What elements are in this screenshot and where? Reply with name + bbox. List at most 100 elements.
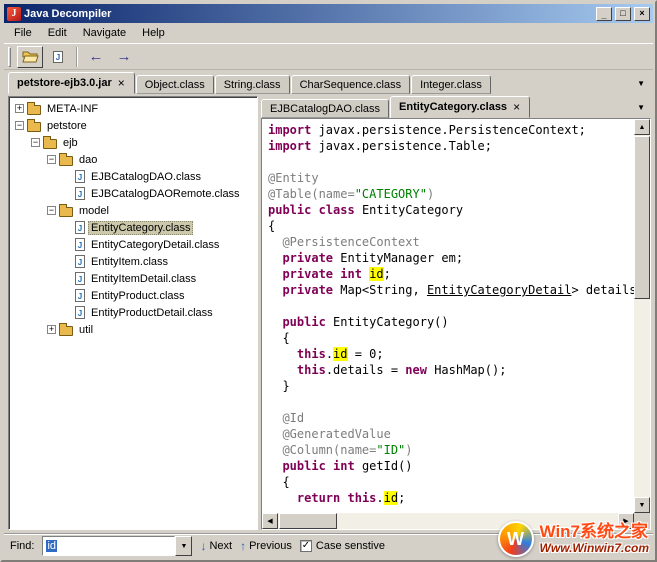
close-button[interactable]: × xyxy=(634,7,650,21)
tab-label: Integer.class xyxy=(420,79,482,91)
tab-String.class[interactable]: String.class xyxy=(215,75,290,94)
case-sensitive-label: Case senstive xyxy=(316,540,385,552)
find-next-button[interactable]: ↓ Next xyxy=(200,539,232,553)
code-line: @Entity xyxy=(268,170,634,186)
tree-item-EntityProduct.class[interactable]: EntityProduct.class xyxy=(9,287,257,304)
code-view[interactable]: import javax.persistence.PersistenceCont… xyxy=(262,119,634,513)
tab-label: String.class xyxy=(224,79,281,91)
class-icon xyxy=(75,306,85,319)
file-tab-overflow-icon[interactable]: ▼ xyxy=(633,79,649,94)
tab-EJBCatalogDAO.class[interactable]: EJBCatalogDAO.class xyxy=(261,99,389,118)
vertical-scrollbar[interactable]: ▲ ▼ xyxy=(634,119,650,513)
case-sensitive-checkbox[interactable]: ✓ Case senstive xyxy=(300,540,385,552)
menu-item-navigate[interactable]: Navigate xyxy=(75,24,134,42)
find-combo: id ▼ xyxy=(42,536,192,556)
collapse-icon[interactable]: − xyxy=(47,155,56,164)
open-type-button[interactable]: J xyxy=(45,46,71,68)
tab-EntityCategory.class[interactable]: EntityCategory.class× xyxy=(390,96,530,118)
watermark-line2: Www.Winwin7.com xyxy=(540,542,649,556)
back-button[interactable]: ← xyxy=(83,46,109,68)
menu-item-file[interactable]: File xyxy=(6,24,40,42)
find-input-selection: id xyxy=(46,540,57,552)
app-window: J Java Decompiler _ □ × FileEditNavigate… xyxy=(0,0,657,562)
collapse-icon[interactable]: − xyxy=(31,138,40,147)
expand-icon[interactable]: + xyxy=(15,104,24,113)
tree-item-label: EJBCatalogDAO.class xyxy=(88,170,204,184)
type-link[interactable]: EntityCategoryDetail xyxy=(427,283,572,297)
tree-item-EJBCatalogDAORemote.class[interactable]: EJBCatalogDAORemote.class xyxy=(9,185,257,202)
vertical-scroll-track[interactable] xyxy=(634,135,650,497)
horizontal-scroll-thumb[interactable] xyxy=(279,513,337,529)
code-line: return this.id; xyxy=(268,490,634,506)
close-tab-icon[interactable]: × xyxy=(512,101,521,113)
tree-item-EntityItem.class[interactable]: EntityItem.class xyxy=(9,253,257,270)
menu-item-edit[interactable]: Edit xyxy=(40,24,75,42)
toolbar-grip[interactable] xyxy=(8,47,11,67)
code-line: { xyxy=(268,474,634,490)
back-icon: ← xyxy=(89,48,104,65)
tree-item-util[interactable]: + util xyxy=(9,321,257,338)
tree-item-ejb[interactable]: −ejb xyxy=(9,134,257,151)
forward-icon: → xyxy=(117,48,132,65)
watermark-text: Win7系统之家 Www.Winwin7.com xyxy=(540,522,649,555)
class-icon xyxy=(75,289,85,302)
scroll-up-icon[interactable]: ▲ xyxy=(634,119,650,135)
tree-item-EJBCatalogDAO.class[interactable]: EJBCatalogDAO.class xyxy=(9,168,257,185)
tree-item-EntityItemDetail.class[interactable]: EntityItemDetail.class xyxy=(9,270,257,287)
class-icon xyxy=(75,170,85,183)
tree-item-label: util xyxy=(76,323,96,337)
class-icon xyxy=(75,255,85,268)
tree-item-EntityCategory.class[interactable]: EntityCategory.class xyxy=(9,219,257,236)
forward-button[interactable]: → xyxy=(111,46,137,68)
tree-item-label: META-INF xyxy=(44,102,101,116)
tree-item-EntityCategoryDetail.class[interactable]: EntityCategoryDetail.class xyxy=(9,236,257,253)
menu-item-help[interactable]: Help xyxy=(134,24,173,42)
watermark-line1: Win7系统之家 xyxy=(540,522,649,542)
code-line: public int getId() xyxy=(268,458,634,474)
tree-item-EntityProductDetail.class[interactable]: EntityProductDetail.class xyxy=(9,304,257,321)
editor-tab-overflow-icon[interactable]: ▼ xyxy=(633,103,649,118)
scroll-down-icon[interactable]: ▼ xyxy=(634,497,650,513)
code-line xyxy=(268,394,634,410)
tab-label: Object.class xyxy=(145,79,205,91)
down-arrow-icon: ↓ xyxy=(200,539,206,553)
open-file-button[interactable] xyxy=(17,46,43,68)
tree-item-model[interactable]: − model xyxy=(9,202,257,219)
code-line: @GeneratedValue xyxy=(268,426,634,442)
collapse-icon[interactable]: − xyxy=(47,206,56,215)
tab-label: CharSequence.class xyxy=(300,79,402,91)
scroll-left-icon[interactable]: ◀ xyxy=(262,513,278,529)
tree-item-label: dao xyxy=(76,153,100,167)
expand-icon[interactable]: + xyxy=(47,325,56,334)
tree-item-label: petstore xyxy=(44,119,90,133)
vertical-scroll-thumb[interactable] xyxy=(634,136,650,299)
code-line: public class EntityCategory xyxy=(268,202,634,218)
main-area: +META-INF−petstore−ejb−daoEJBCatalogDAO.… xyxy=(4,94,653,533)
collapse-icon[interactable]: − xyxy=(15,121,24,130)
tree-item-label: model xyxy=(76,204,112,218)
tab-CharSequence.class[interactable]: CharSequence.class xyxy=(291,75,411,94)
toolbar-separator xyxy=(76,47,78,67)
maximize-button[interactable]: □ xyxy=(615,7,631,21)
tree-item-META-INF[interactable]: + META-INF xyxy=(9,100,257,117)
tree-item-petstore[interactable]: − petstore xyxy=(9,117,257,134)
folder-icon xyxy=(27,105,41,115)
find-dropdown-icon[interactable]: ▼ xyxy=(175,536,192,556)
title-bar: J Java Decompiler _ □ × xyxy=(4,4,653,23)
tree-item-label: EntityCategory.class xyxy=(88,221,193,235)
tab-Integer.class[interactable]: Integer.class xyxy=(411,75,491,94)
folder-icon xyxy=(59,207,73,217)
code-line xyxy=(268,298,634,314)
minimize-button[interactable]: _ xyxy=(596,7,612,21)
tab-Object.class[interactable]: Object.class xyxy=(136,75,214,94)
tab-petstore-ejb3.0.jar[interactable]: petstore-ejb3.0.jar× xyxy=(8,72,135,94)
close-tab-icon[interactable]: × xyxy=(117,77,126,89)
find-previous-button[interactable]: ↑ Previous xyxy=(240,539,292,553)
code-line: import javax.persistence.PersistenceCont… xyxy=(268,122,634,138)
code-line: { xyxy=(268,218,634,234)
find-input[interactable]: id xyxy=(42,536,175,556)
code-line: @Table(name="CATEGORY") xyxy=(268,186,634,202)
file-tabs: petstore-ejb3.0.jar× Object.class String.c… xyxy=(8,72,633,94)
menu-bar: FileEditNavigateHelp xyxy=(4,23,653,43)
tree-item-dao[interactable]: − dao xyxy=(9,151,257,168)
